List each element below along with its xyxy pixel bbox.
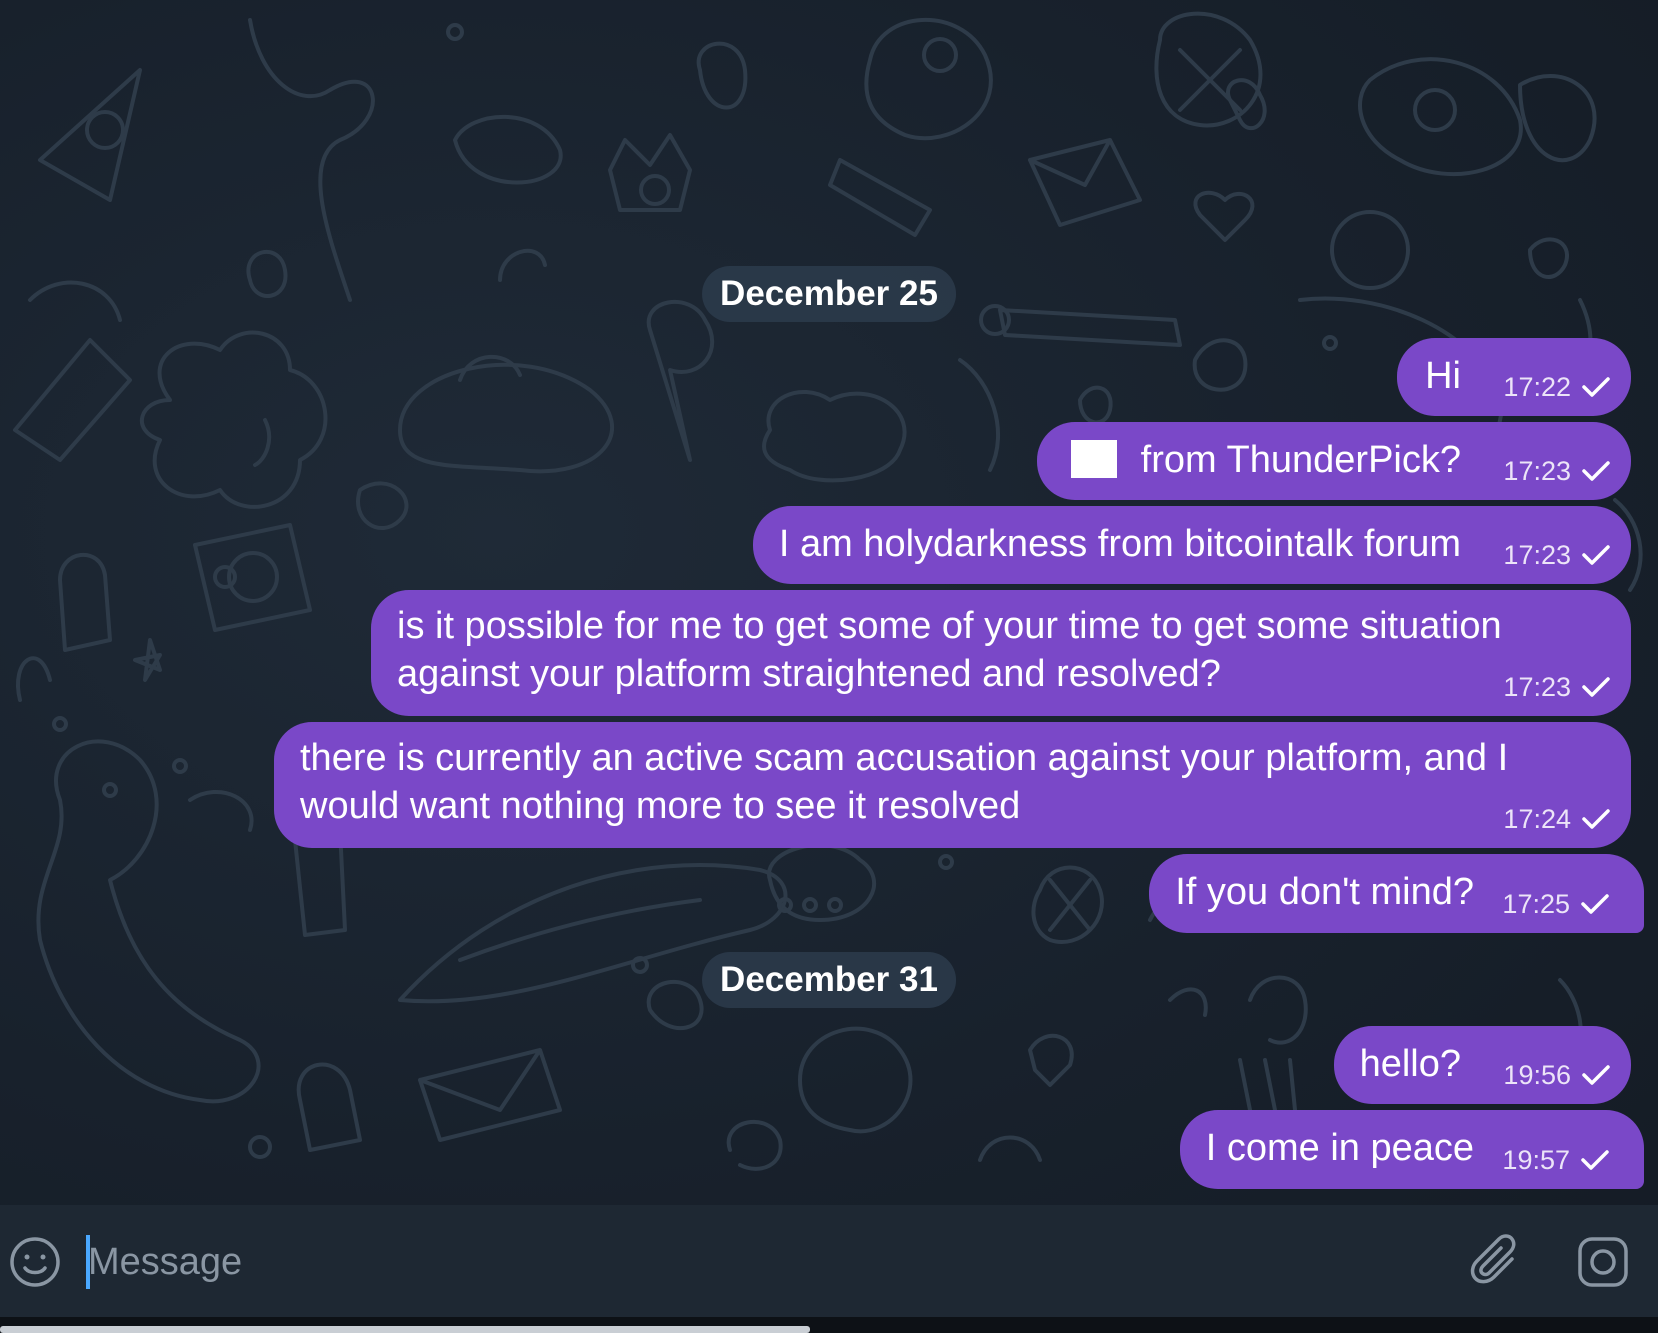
message-time: 17:23 <box>1503 540 1571 570</box>
message-meta: 19:57 <box>1502 1145 1610 1175</box>
outgoing-message[interactable]: from ThunderPick? 17:23 <box>1036 422 1631 500</box>
message-composer <box>0 1205 1658 1317</box>
message-line: would want nothing more to see it resolv… <box>300 785 1021 827</box>
outgoing-message[interactable]: is it possible for me to get some of you… <box>371 590 1631 716</box>
outgoing-message[interactable]: I am holydarkness from bitcointalk forum… <box>752 506 1631 584</box>
check-icon <box>1580 893 1610 915</box>
date-separator: December 31 <box>702 952 956 1008</box>
message-time: 19:56 <box>1503 1060 1571 1090</box>
message-meta: 17:24 <box>1503 804 1611 834</box>
outgoing-message[interactable]: hello? 19:56 <box>1333 1026 1631 1104</box>
chat-screen: December 25 December 31 Hi 17:22 from Th… <box>0 0 1658 1333</box>
check-icon <box>1581 376 1611 398</box>
message-text: I am holydarkness from bitcointalk forum <box>778 523 1461 565</box>
check-icon <box>1581 544 1611 566</box>
message-text: I come in peace <box>1205 1127 1474 1169</box>
check-icon <box>1581 1064 1611 1086</box>
message-time: 17:24 <box>1503 804 1571 834</box>
paperclip-icon[interactable] <box>1468 1233 1526 1291</box>
outgoing-message[interactable]: there is currently an active scam accusa… <box>274 722 1631 848</box>
check-icon <box>1581 808 1611 830</box>
check-icon <box>1580 1149 1610 1171</box>
message-meta: 17:23 <box>1503 672 1611 702</box>
message-meta: 17:22 <box>1503 372 1611 402</box>
message-meta: 19:56 <box>1503 1060 1611 1090</box>
outgoing-message[interactable]: I come in peace 19:57 <box>1179 1110 1644 1189</box>
outgoing-message[interactable]: If you don't mind? 17:25 <box>1149 854 1644 933</box>
smile-icon[interactable] <box>8 1235 62 1289</box>
message-time: 17:23 <box>1503 672 1571 702</box>
message-time: 17:22 <box>1503 372 1571 402</box>
scroll-indicator <box>0 1326 810 1333</box>
message-line: against your platform straightened and r… <box>397 653 1221 695</box>
message-time: 17:25 <box>1502 889 1570 919</box>
message-text: If you don't mind? <box>1175 871 1474 913</box>
message-line: is it possible for me to get some of you… <box>397 605 1502 647</box>
check-icon <box>1581 460 1611 482</box>
message-text: hello? <box>1359 1043 1461 1085</box>
message-meta: 17:23 <box>1503 456 1611 486</box>
check-icon <box>1581 676 1611 698</box>
message-meta: 17:25 <box>1502 889 1610 919</box>
message-time: 19:57 <box>1502 1145 1570 1175</box>
message-line: there is currently an active scam accusa… <box>300 737 1509 779</box>
message-time: 17:23 <box>1503 456 1571 486</box>
outgoing-message[interactable]: Hi 17:22 <box>1397 338 1631 416</box>
message-input[interactable] <box>88 1233 1348 1291</box>
redacted-block <box>1070 440 1117 478</box>
message-text: from ThunderPick? <box>1140 439 1461 481</box>
message-meta: 17:23 <box>1503 540 1611 570</box>
date-separator: December 25 <box>702 266 956 322</box>
message-text: Hi <box>1425 355 1461 397</box>
camera-icon[interactable] <box>1576 1235 1630 1289</box>
